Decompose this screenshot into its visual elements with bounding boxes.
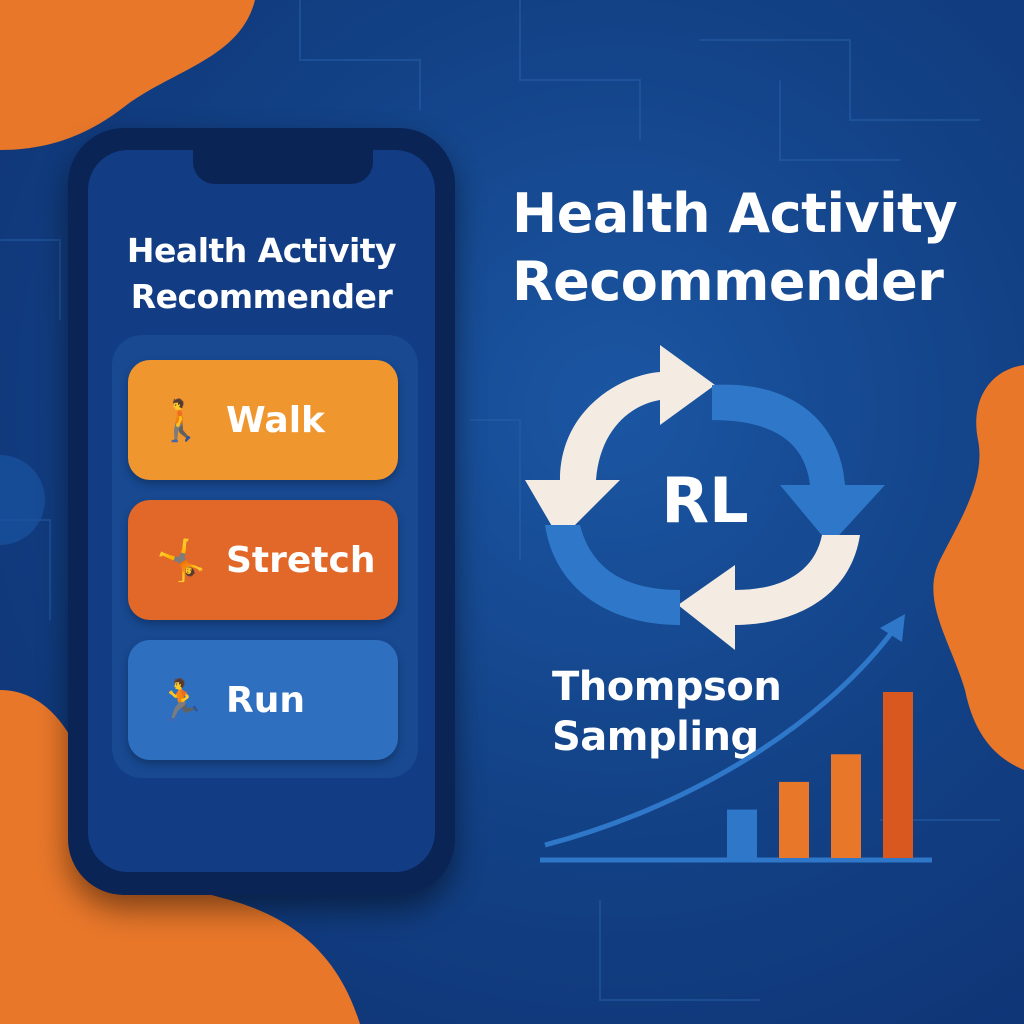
hero-title: Health Activity Recommender bbox=[512, 182, 958, 313]
walk-button[interactable]: 🚶 Walk bbox=[128, 360, 398, 480]
chart-bar bbox=[883, 692, 913, 858]
stretch-button[interactable]: 🤸 Stretch bbox=[128, 500, 398, 620]
running-person-icon: 🏃 bbox=[156, 677, 206, 724]
chart-bar bbox=[779, 781, 809, 858]
phone-notch bbox=[193, 150, 373, 184]
chart-bar bbox=[727, 809, 757, 858]
growth-bar-chart bbox=[540, 614, 932, 863]
app-title: Health Activity Recommender bbox=[126, 231, 397, 316]
phone-screen: Health Activity Recommender 🚶 Walk 🤸 Str… bbox=[88, 150, 435, 872]
phone-mockup: Health Activity Recommender 🚶 Walk 🤸 Str… bbox=[68, 128, 455, 895]
stretching-person-icon: 🤸 bbox=[156, 537, 206, 584]
trend-arrowhead-icon bbox=[880, 614, 905, 642]
rl-label: RL bbox=[661, 464, 748, 537]
orange-blob-right bbox=[933, 365, 1024, 770]
chart-bar bbox=[831, 754, 861, 858]
walking-person-icon: 🚶 bbox=[156, 397, 206, 444]
run-button[interactable]: 🏃 Run bbox=[128, 640, 398, 760]
